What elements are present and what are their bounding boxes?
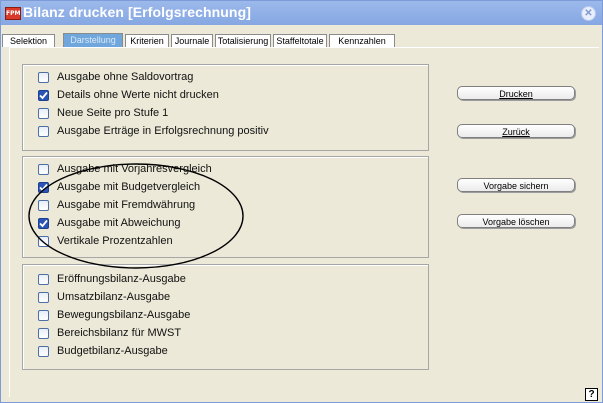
option-label: Bereichsbilanz für MWST bbox=[57, 327, 182, 339]
zurueck-button[interactable]: Zurück bbox=[457, 124, 575, 138]
drucken-label: Drucken bbox=[499, 89, 533, 99]
vorgabe-sichern-button[interactable]: Vorgabe sichern bbox=[457, 178, 575, 192]
checkbox[interactable] bbox=[38, 107, 49, 119]
tab-journale[interactable]: Journale bbox=[171, 34, 213, 47]
option-label: Bewegungsbilanz-Ausgabe bbox=[57, 309, 191, 321]
checkbox[interactable] bbox=[38, 291, 49, 303]
option-ertraege-positiv[interactable]: Ausgabe Erträge in Erfolgsrechnung posit… bbox=[38, 123, 269, 139]
checkbox[interactable] bbox=[38, 309, 49, 321]
options-group-3: Eröffnungsbilanz-Ausgabe Umsatzbilanz-Au… bbox=[22, 264, 429, 370]
option-umsatzbilanz[interactable]: Umsatzbilanz-Ausgabe bbox=[38, 289, 170, 305]
checkbox[interactable] bbox=[38, 71, 49, 83]
vorgabe-loeschen-button[interactable]: Vorgabe löschen bbox=[457, 214, 575, 228]
close-icon[interactable]: ✕ bbox=[581, 6, 596, 21]
app-logo-icon: FPM bbox=[5, 7, 21, 20]
option-eroeffnungsbilanz[interactable]: Eröffnungsbilanz-Ausgabe bbox=[38, 271, 186, 287]
option-ausgabe-ohne-saldovortrag[interactable]: Ausgabe ohne Saldovortrag bbox=[38, 69, 193, 85]
option-label: Ausgabe Erträge in Erfolgsrechnung posit… bbox=[57, 125, 269, 137]
tab-selektion[interactable]: Selektion bbox=[2, 34, 55, 47]
option-label: Umsatzbilanz-Ausgabe bbox=[57, 291, 171, 303]
option-bereichsbilanz-mwst[interactable]: Bereichsbilanz für MWST bbox=[38, 325, 181, 341]
option-label: Budgetbilanz-Ausgabe bbox=[57, 345, 168, 357]
title-bar[interactable]: FPM Bilanz drucken [Erfolgsrechnung] ✕ bbox=[1, 1, 602, 25]
option-details-ohne-werte[interactable]: Details ohne Werte nicht drucken bbox=[38, 87, 219, 103]
options-group-1: Ausgabe ohne Saldovortrag Details ohne W… bbox=[22, 64, 429, 151]
option-label: Ausgabe ohne Saldovortrag bbox=[57, 71, 194, 83]
dialog-window: FPM Bilanz drucken [Erfolgsrechnung] ✕ S… bbox=[0, 0, 603, 403]
tab-bar: Selektion Darstellung Kriterien Journale… bbox=[1, 25, 602, 48]
option-budgetbilanz[interactable]: Budgetbilanz-Ausgabe bbox=[38, 343, 168, 359]
option-bewegungsbilanz[interactable]: Bewegungsbilanz-Ausgabe bbox=[38, 307, 190, 323]
tab-darstellung[interactable]: Darstellung bbox=[63, 33, 123, 48]
checkbox[interactable] bbox=[38, 345, 49, 357]
tab-kennzahlen[interactable]: Kennzahlen bbox=[329, 34, 395, 47]
tab-staffeltotale[interactable]: Staffeltotale bbox=[273, 34, 327, 47]
tab-totalisierung[interactable]: Totalisierung bbox=[215, 34, 271, 47]
checkbox[interactable] bbox=[38, 273, 49, 285]
drucken-button[interactable]: Drucken bbox=[457, 86, 575, 100]
annotation-ellipse bbox=[28, 163, 244, 269]
help-icon[interactable]: ? bbox=[585, 388, 598, 401]
checkbox-checked[interactable] bbox=[38, 89, 49, 101]
checkbox[interactable] bbox=[38, 125, 49, 137]
option-label: Neue Seite pro Stufe 1 bbox=[57, 107, 169, 119]
option-neue-seite-pro-stufe[interactable]: Neue Seite pro Stufe 1 bbox=[38, 105, 168, 121]
window-title: Bilanz drucken [Erfolgsrechnung] bbox=[23, 4, 251, 20]
tab-kriterien[interactable]: Kriterien bbox=[125, 34, 169, 47]
zurueck-label: Zurück bbox=[502, 127, 530, 137]
option-label: Eröffnungsbilanz-Ausgabe bbox=[57, 273, 186, 285]
checkbox[interactable] bbox=[38, 327, 49, 339]
option-label: Details ohne Werte nicht drucken bbox=[57, 89, 219, 101]
